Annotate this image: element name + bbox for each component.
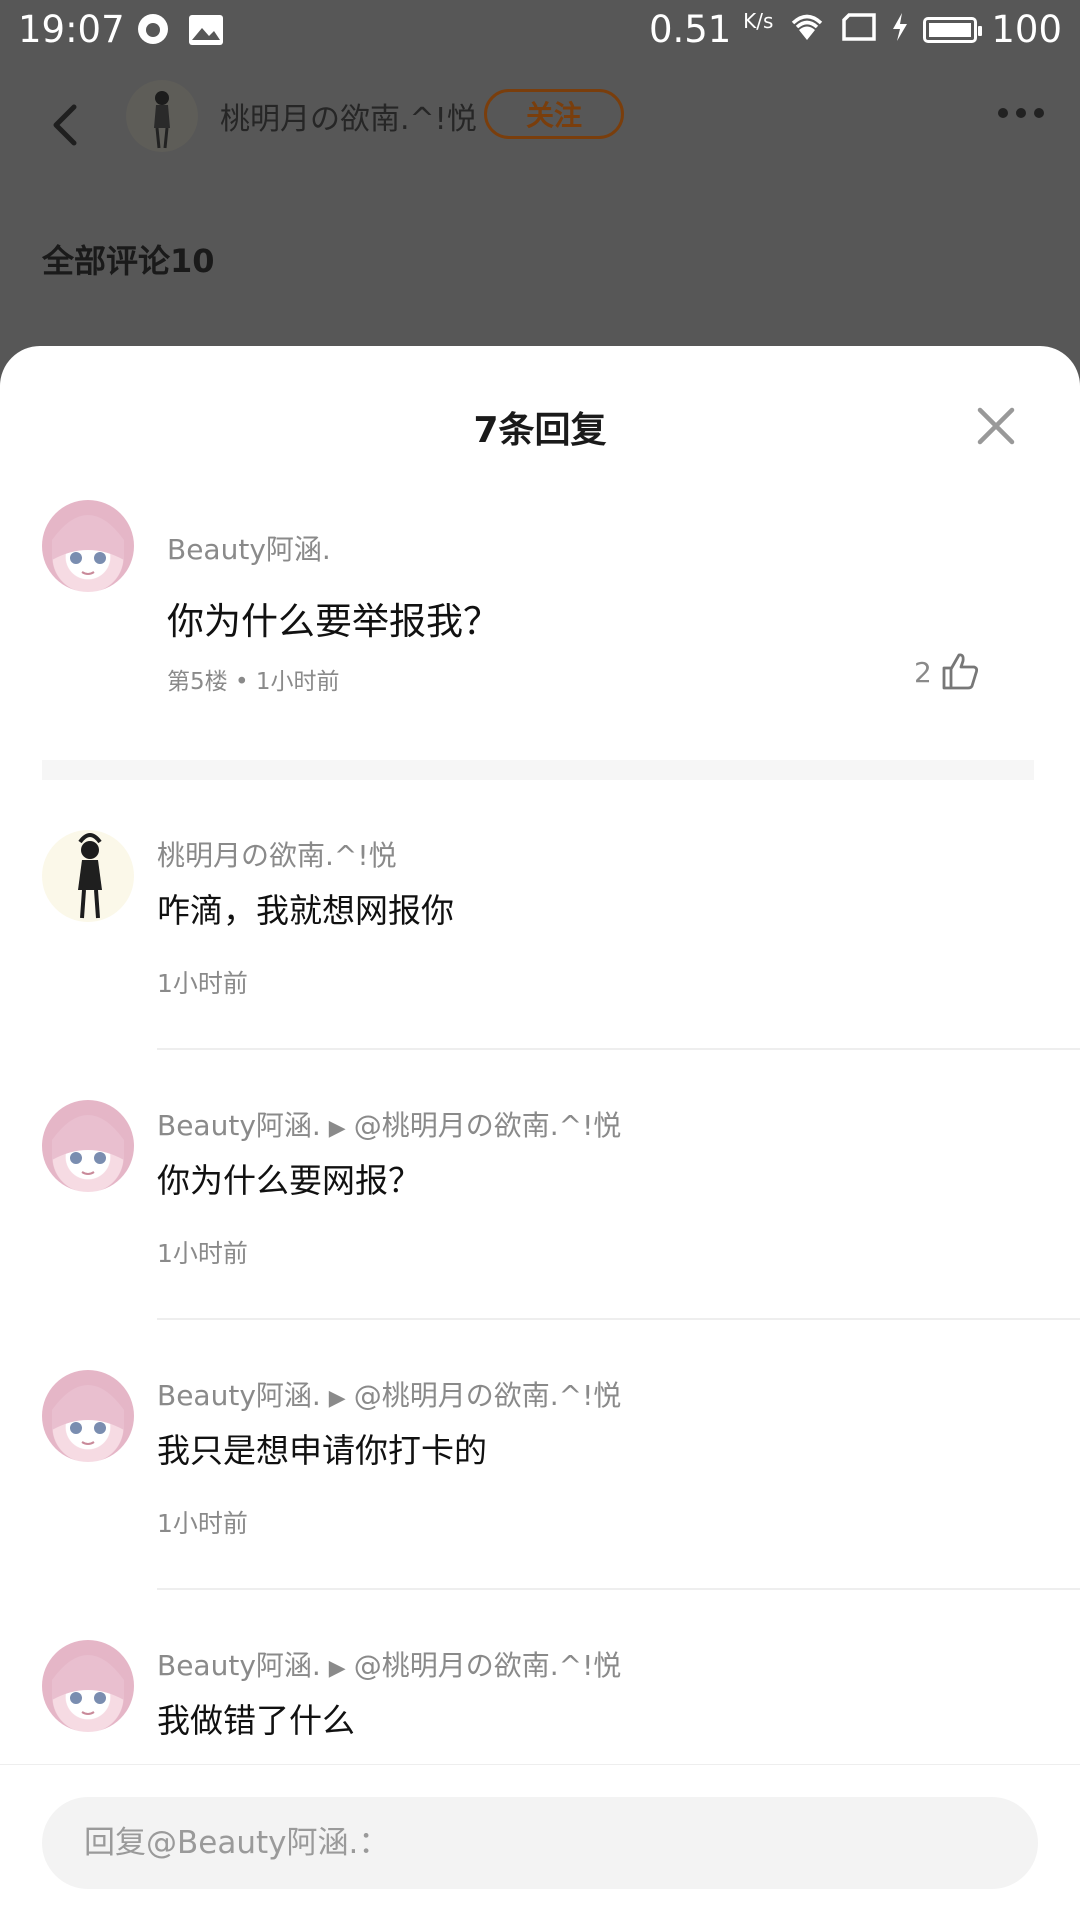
commenter-name[interactable]: Beauty阿涵. [167,528,331,568]
reply-text: 我做错了什么 [157,1701,355,1740]
reply-divider [157,1318,1080,1320]
commenter-avatar[interactable] [42,500,134,592]
status-right: 0.51 K/s 100 [649,8,1062,51]
thumbs-up-icon[interactable] [940,651,980,691]
gallery-icon [188,12,224,55]
reply-text: 咋滴，我就想网报你 [157,891,454,930]
section-divider [42,760,1034,780]
close-icon[interactable] [976,406,1016,446]
reply-avatar[interactable] [42,1370,134,1462]
more-options-icon[interactable] [998,108,1044,118]
reply-avatar[interactable] [42,830,134,922]
all-comments-heading: 全部评论10 [42,242,215,280]
reply-to-arrow-icon: ▶ [328,1386,346,1411]
charging-icon [891,8,909,51]
notification-icon [136,12,170,55]
like-count: 2 [914,656,932,689]
comment-text: 你为什么要举报我？ [167,600,500,643]
reply-user[interactable]: Beauty阿涵. ▶ @桃明月の欲南.^!悦 [157,1374,621,1414]
follow-button[interactable]: 关注 [484,89,624,139]
wifi-icon [787,8,827,51]
reply-to-arrow-icon: ▶ [328,1656,346,1681]
reply-input[interactable] [42,1797,1038,1889]
reply-divider [157,1588,1080,1590]
reply-time: 1小时前 [157,1239,248,1268]
back-icon[interactable] [40,95,90,155]
reply-user[interactable]: Beauty阿涵. ▶ @桃明月の欲南.^!悦 [157,1104,621,1144]
reply-time: 1小时前 [157,969,248,998]
reply-time: 1小时前 [157,1509,248,1538]
battery-icon [923,16,983,43]
reply-avatar[interactable] [42,1640,134,1732]
status-bar: 19:07 0.51 K/s 100 [0,0,1080,60]
reply-input-bar [0,1764,1080,1920]
reply-text: 你为什么要网报？ [157,1161,421,1200]
status-time: 19:07 [18,8,125,51]
sheet-title: 7条回复 [473,410,607,451]
top-bar: 桃明月の欲南.^!悦 关注 [0,70,1080,180]
battery-level: 100 [991,8,1062,51]
sim-icon [841,8,877,51]
replies-sheet: 7条回复 Beauty阿涵. 你为什么要举报我？ 第5楼 • 1小时前 2 桃明… [0,346,1080,1920]
reply-user[interactable]: 桃明月の欲南.^!悦 [157,834,397,874]
reply-user[interactable]: Beauty阿涵. ▶ @桃明月の欲南.^!悦 [157,1644,621,1684]
reply-to-arrow-icon: ▶ [328,1116,346,1141]
reply-avatar[interactable] [42,1100,134,1192]
author-name[interactable]: 桃明月の欲南.^!悦 [220,94,477,138]
reply-text: 我只是想申请你打卡的 [157,1431,487,1470]
comment-meta: 第5楼 • 1小时前 [167,669,340,695]
reply-divider [157,1048,1080,1050]
network-speed: 0.51 K/s [648,8,774,51]
author-avatar[interactable] [126,80,198,152]
